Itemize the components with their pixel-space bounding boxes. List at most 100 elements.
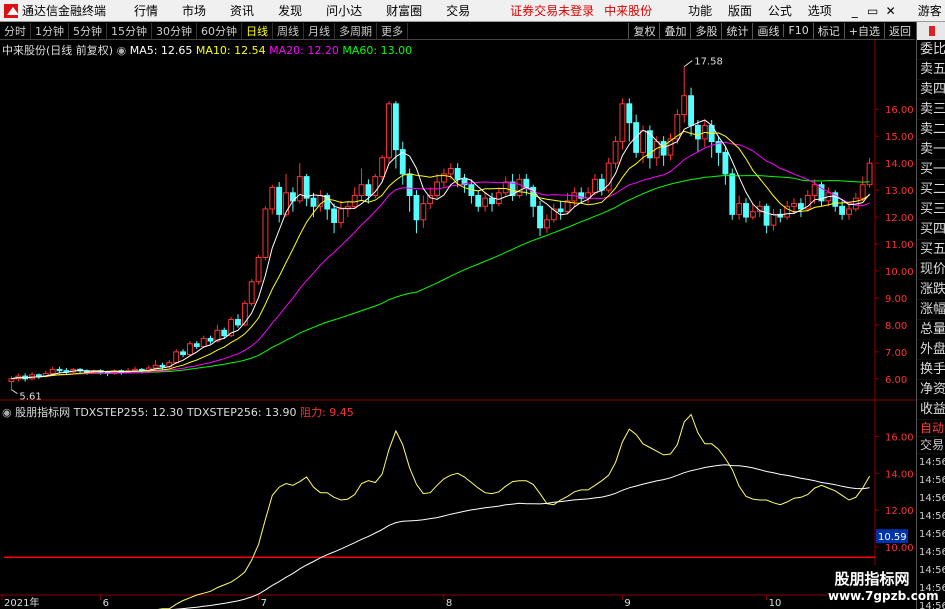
quote-buy1: 买一 <box>917 160 945 180</box>
tick-time: 14:56 <box>919 475 945 486</box>
side-panel-header[interactable] <box>917 22 945 40</box>
candle-body <box>859 184 866 199</box>
candle-body <box>571 192 578 202</box>
auto-button[interactable]: 自动 <box>917 420 945 437</box>
ma10-line <box>11 130 870 380</box>
close-icon[interactable]: ✕ <box>882 4 900 18</box>
ind-tick-label: 12.00 <box>885 506 914 517</box>
price-tick-label: 9.00 <box>885 294 907 305</box>
tool-diejia[interactable]: 叠加 <box>659 22 690 39</box>
candle-body <box>543 219 550 229</box>
candle-body <box>839 205 846 215</box>
quote-volume: 总量 <box>917 320 945 340</box>
quote-earnings: 收益 <box>917 400 945 420</box>
candle-body <box>475 194 482 207</box>
candle-body <box>736 203 743 215</box>
candle-body <box>56 368 63 372</box>
quote-netasset: 净资 <box>917 380 945 400</box>
menu-item-gongneng[interactable]: 功能 <box>682 4 718 18</box>
price-tick-label: 15.00 <box>885 132 914 143</box>
right-menu: 功能 版面 公式 选项 <box>682 2 838 19</box>
candle-body <box>358 184 365 196</box>
menu-item-wenxiaoda[interactable]: 问小达 <box>314 2 374 19</box>
menu-item-xuanxiang[interactable]: 选项 <box>802 4 838 18</box>
candle-body <box>248 281 255 304</box>
tool-fanhui[interactable]: 返回 <box>884 22 915 39</box>
menu-item-jiaoyi[interactable]: 交易 <box>434 2 482 19</box>
date-label: 10 <box>769 598 782 609</box>
tool-fuquan[interactable]: 复权 <box>628 22 659 39</box>
trade-login-warning[interactable]: 证券交易未登录 <box>510 2 594 19</box>
price-tick-label: 6.00 <box>885 375 907 386</box>
candle-body <box>193 343 200 347</box>
menu-item-banmian[interactable]: 版面 <box>722 4 758 18</box>
period-1min[interactable]: 1分钟 <box>31 22 69 39</box>
menu-item-shichang[interactable]: 市场 <box>170 2 218 19</box>
price-tick-label: 11.00 <box>885 240 914 251</box>
candle-body <box>296 176 303 202</box>
period-more[interactable]: 更多 <box>377 22 408 39</box>
candle-body <box>688 95 695 126</box>
candle-body <box>386 103 392 159</box>
app-title: 通达信金融终端 <box>22 4 107 18</box>
candle-body <box>331 208 338 223</box>
candle-body <box>255 257 262 283</box>
candle-body <box>159 364 166 368</box>
period-fenshi[interactable]: 分时 <box>0 22 31 39</box>
tool-duogu[interactable]: 多股 <box>690 22 721 39</box>
menu-item-hangqing[interactable]: 行情 <box>122 2 170 19</box>
main-menu: 行情 市场 资讯 发现 问小达 财富圈 交易 <box>122 2 482 19</box>
high-price-label: 17.58 <box>694 57 723 68</box>
period-monthly[interactable]: 月线 <box>304 22 335 39</box>
candle-body <box>681 95 688 116</box>
trade-label: 交易 <box>917 437 945 454</box>
window-controls: _ ▭ ✕ <box>846 4 900 18</box>
candle-body <box>846 208 852 215</box>
period-15min[interactable]: 15分钟 <box>107 22 152 39</box>
quote-buy3: 买三 <box>917 200 945 220</box>
step256-line <box>173 464 870 609</box>
date-label: 7 <box>261 598 267 609</box>
candle-body <box>660 141 667 156</box>
tool-huaxian[interactable]: 画线 <box>752 22 783 39</box>
period-daily[interactable]: 日线 <box>242 22 273 39</box>
candle-body <box>729 173 736 215</box>
period-30min[interactable]: 30分钟 <box>152 22 197 39</box>
menu-item-gongshi[interactable]: 公式 <box>762 4 798 18</box>
menu-item-zixun[interactable]: 资讯 <box>218 2 266 19</box>
candle-body <box>173 351 180 364</box>
candle-body <box>695 124 701 140</box>
tool-f10[interactable]: F10 <box>783 24 812 37</box>
candle-body <box>200 337 207 347</box>
candle-body <box>152 364 159 369</box>
quote-change-pct: 涨幅 <box>917 300 945 320</box>
minimize-icon[interactable]: _ <box>846 4 864 18</box>
tool-tongji[interactable]: 统计 <box>721 22 752 39</box>
kline-chart[interactable]: 16.00 15.00 14.00 13.00 12.00 11.00 10.00 9.00 8… <box>0 40 916 609</box>
candle-body <box>797 203 804 210</box>
candle-body <box>743 203 749 218</box>
quote-outer: 外盘 <box>917 340 945 360</box>
candle-body <box>516 178 523 196</box>
quote-sell4: 卖四 <box>917 80 945 100</box>
candle-body <box>489 197 495 205</box>
maximize-icon[interactable]: ▭ <box>864 4 882 18</box>
menu-item-caifuquan[interactable]: 财富圈 <box>374 2 434 19</box>
candle-body <box>262 208 269 259</box>
tool-biaoji[interactable]: 标记 <box>812 22 844 39</box>
candle-body <box>420 203 427 221</box>
quote-sell5: 卖五 <box>917 60 945 80</box>
candle-body <box>186 343 193 356</box>
tool-zixuan[interactable]: +自选 <box>843 22 884 39</box>
period-weekly[interactable]: 周线 <box>273 22 304 39</box>
ind-tick-label: 16.00 <box>885 432 914 443</box>
menu-item-faxian[interactable]: 发现 <box>266 2 314 19</box>
candle-body <box>392 103 399 151</box>
guest-login[interactable]: 游客 <box>918 2 942 19</box>
period-multi[interactable]: 多周期 <box>335 22 377 39</box>
tick-time: 14:56 <box>919 511 945 522</box>
candle-body <box>626 103 633 124</box>
period-5min[interactable]: 5分钟 <box>69 22 107 39</box>
app-logo-icon <box>4 3 19 18</box>
period-60min[interactable]: 60分钟 <box>197 22 242 39</box>
